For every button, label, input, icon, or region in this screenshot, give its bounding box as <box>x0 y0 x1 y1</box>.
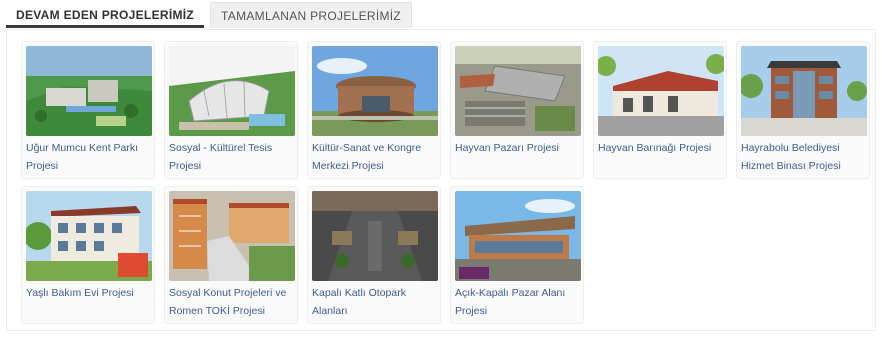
project-card-ugur-mumcu-park[interactable]: Uğur Mumcu Kent Parkı Projesi <box>21 41 155 179</box>
tab-completed-projects[interactable]: TAMAMLANAN PROJELERİMİZ <box>210 2 413 28</box>
project-image <box>169 191 295 281</box>
project-card-livestock-market[interactable]: Hayvan Pazarı Projesi <box>450 41 584 179</box>
project-image <box>26 191 152 281</box>
project-image <box>312 46 438 136</box>
project-title: Hayvan Barınağı Projesi <box>598 142 712 154</box>
tab-ongoing-projects[interactable]: DEVAM EDEN PROJELERİMİZ <box>6 2 205 28</box>
project-image <box>26 46 152 136</box>
project-image <box>169 46 295 136</box>
project-title: Hayrabolu Belediyesi Hizmet Binası Proje… <box>741 142 841 172</box>
project-card-municipality-building[interactable]: Hayrabolu Belediyesi Hizmet Binası Proje… <box>736 41 870 179</box>
project-image <box>598 46 724 136</box>
projects-panel: Uğur Mumcu Kent Parkı Projesi Sosyal - K… <box>6 29 876 331</box>
project-card-elderly-care[interactable]: Yaşlı Bakım Evi Projesi <box>21 186 155 324</box>
project-tabs: DEVAM EDEN PROJELERİMİZ TAMAMLANAN PROJE… <box>6 2 413 28</box>
project-card-animal-shelter[interactable]: Hayvan Barınağı Projesi <box>593 41 727 179</box>
project-image <box>455 46 581 136</box>
project-title: Kültür-Sanat ve Kongre Merkezi Projesi <box>312 142 422 172</box>
project-image <box>455 191 581 281</box>
project-image <box>741 46 867 136</box>
project-card-social-housing[interactable]: Sosyal Konut Projeleri ve Romen TOKİ Pro… <box>164 186 298 324</box>
project-title: Sosyal Konut Projeleri ve Romen TOKİ Pro… <box>169 287 287 317</box>
project-image <box>312 191 438 281</box>
project-card-open-closed-market[interactable]: Açık-Kapalı Pazar Alanı Projesi <box>450 186 584 324</box>
project-title: Kapalı Katlı Otopark Alanları <box>312 287 406 317</box>
project-card-culture-congress[interactable]: Kültür-Sanat ve Kongre Merkezi Projesi <box>307 41 441 179</box>
project-title: Uğur Mumcu Kent Parkı Projesi <box>26 142 139 172</box>
project-card-parking[interactable]: Kapalı Katlı Otopark Alanları <box>307 186 441 324</box>
project-title: Sosyal - Kültürel Tesis Projesi <box>169 142 273 172</box>
project-card-social-cultural[interactable]: Sosyal - Kültürel Tesis Projesi <box>164 41 298 179</box>
project-title: Yaşlı Bakım Evi Projesi <box>26 287 134 299</box>
project-title: Açık-Kapalı Pazar Alanı Projesi <box>455 287 566 317</box>
project-title: Hayvan Pazarı Projesi <box>455 142 559 154</box>
